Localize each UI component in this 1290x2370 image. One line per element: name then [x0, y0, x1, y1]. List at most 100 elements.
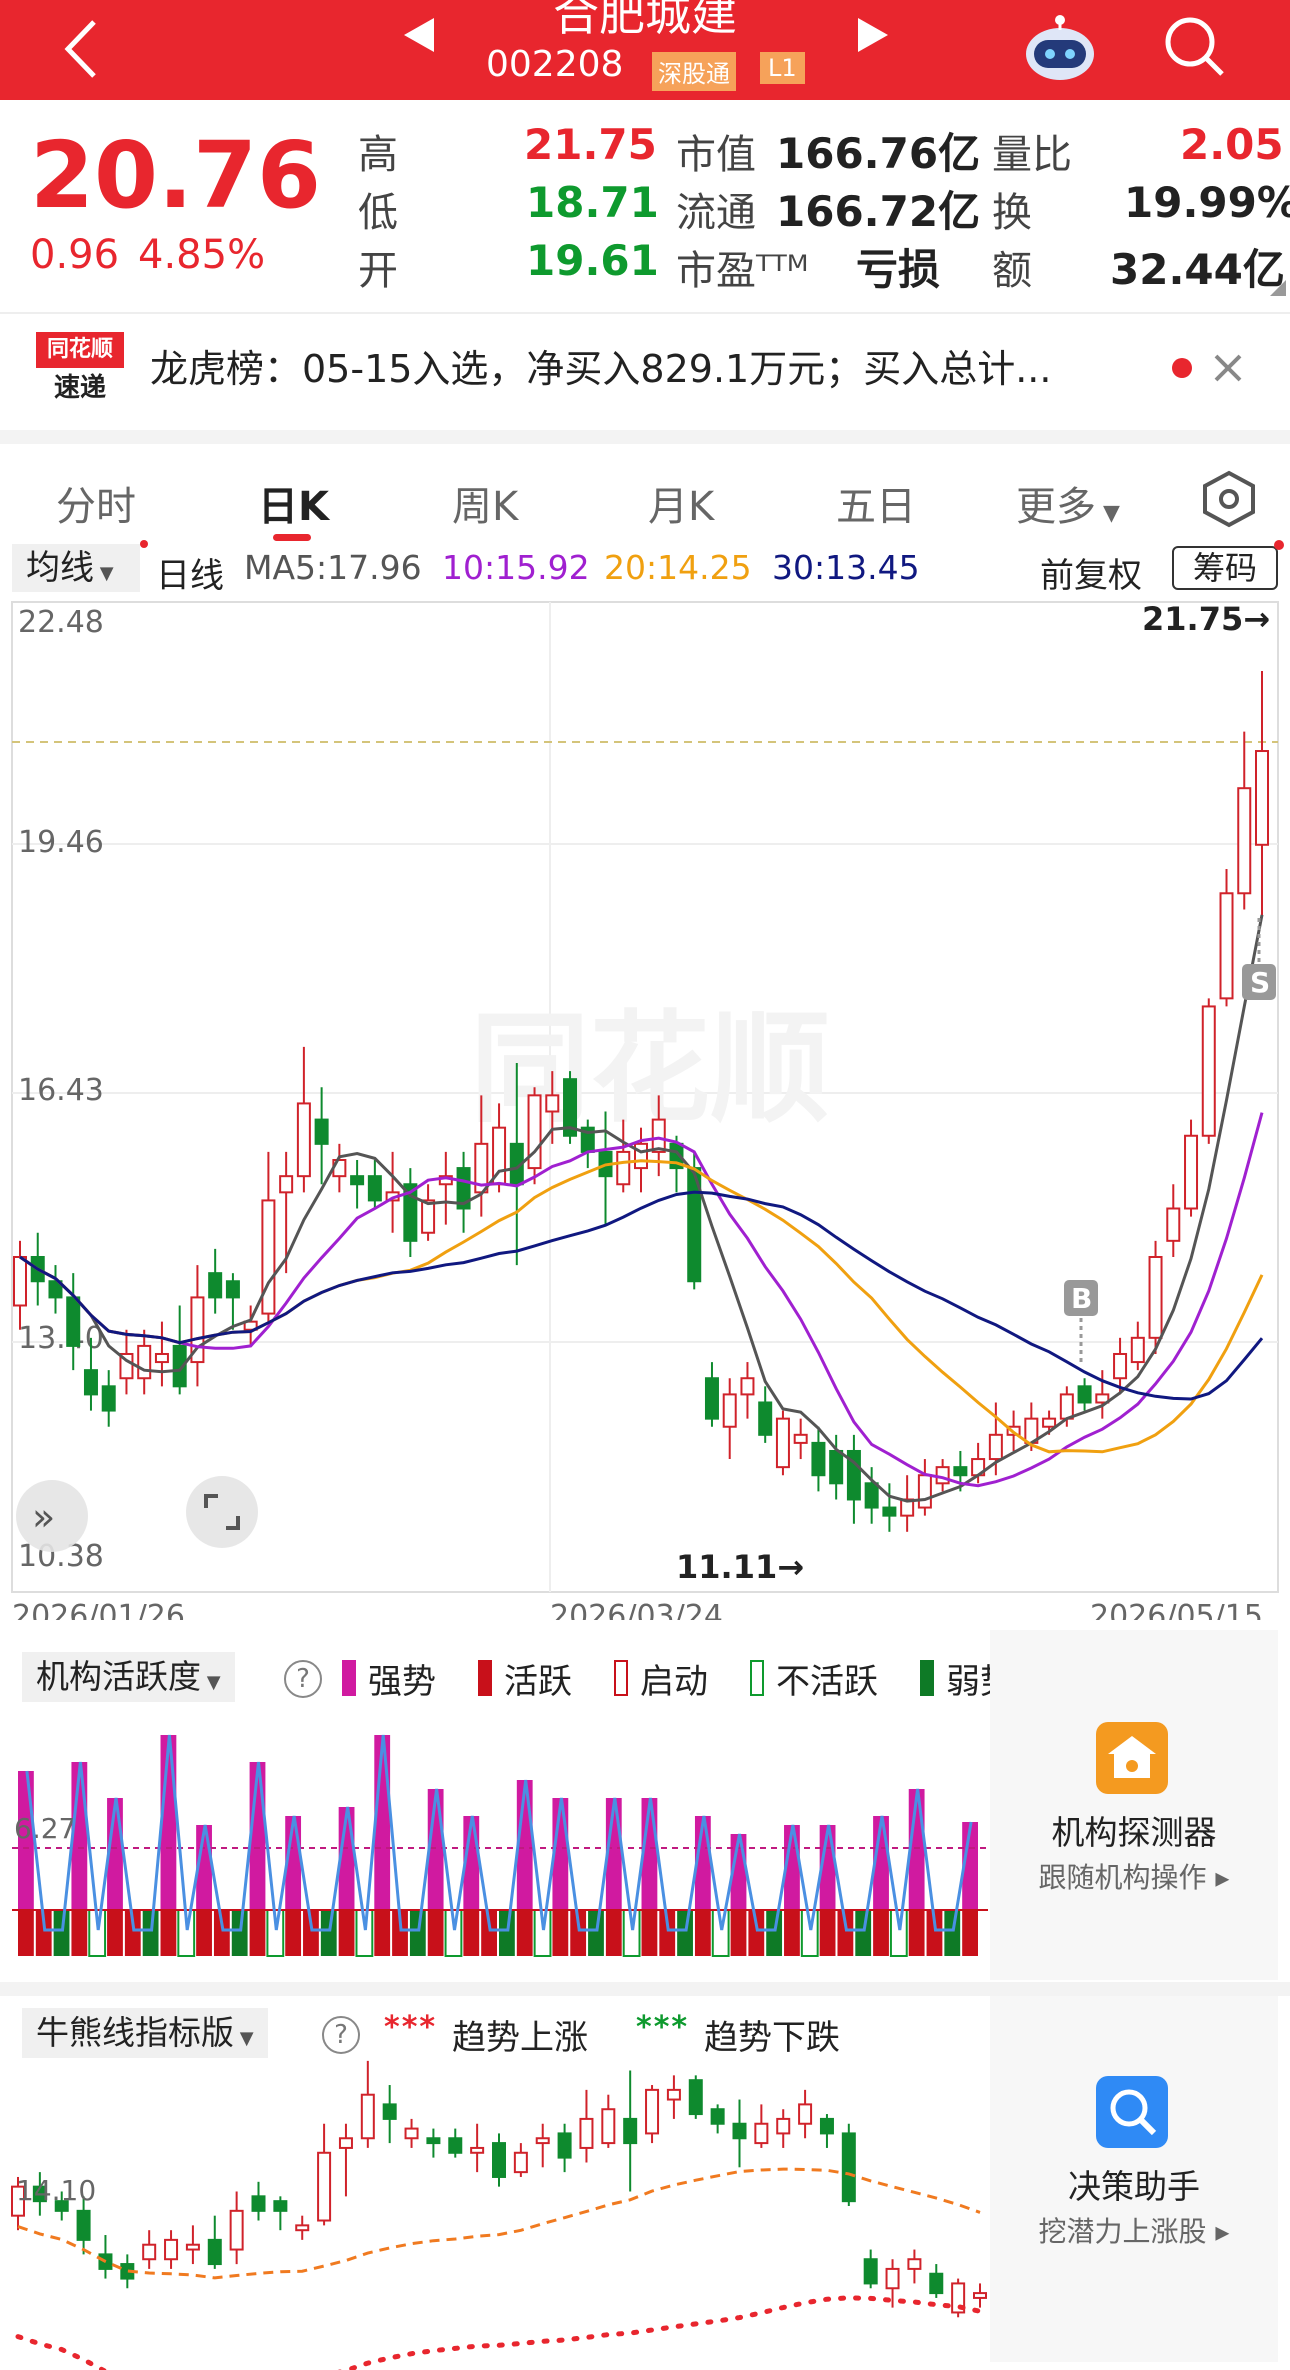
- bullbear-level-label: 14.10: [16, 2174, 96, 2207]
- activity-bar-base: [588, 1910, 604, 1956]
- candle: [83, 1369, 98, 1396]
- chips-button[interactable]: 筹码: [1172, 546, 1278, 590]
- news-ticker[interactable]: 同花顺 速递 龙虎榜：05-15入选，净买入829.1万元；买入总计...: [0, 312, 1290, 419]
- bb-candle: [317, 2151, 332, 2222]
- vol-ratio-label: 量比: [992, 132, 1072, 178]
- sell-marker-text: S: [1250, 966, 1270, 999]
- bb-candle: [76, 2209, 91, 2241]
- activity-bar-base: [463, 1910, 480, 1956]
- amount-label: 额: [992, 248, 1032, 294]
- tab-daily-k[interactable]: 日K: [258, 474, 329, 532]
- candle: [1042, 1417, 1057, 1428]
- tab-monthly-k[interactable]: 月K: [648, 474, 714, 532]
- watermark: 同花顺: [470, 1000, 830, 1139]
- bb-candle: [666, 2088, 681, 2101]
- bb-candle: [513, 2151, 528, 2174]
- panel-separator: [0, 1982, 1290, 1996]
- ma5-value: MA5:17.96: [244, 548, 422, 587]
- adjust-mode[interactable]: 前复权: [1040, 548, 1142, 597]
- detector-house-icon: [1096, 1722, 1168, 1794]
- caret-down-icon: ▼: [94, 563, 114, 584]
- ma10-value: 10:15.92: [442, 548, 590, 587]
- bb-candle: [273, 2200, 288, 2212]
- kline-chart[interactable]: 同花顺 22.48 19.46 16.43 13.40 10.38 21.75→…: [0, 600, 1290, 1620]
- ma30-value: 30:13.45: [772, 548, 920, 587]
- activity-bar-base: [641, 1910, 658, 1956]
- candle: [616, 1150, 631, 1186]
- ma20-value: 20:14.25: [604, 548, 752, 587]
- activity-bar-base: [160, 1910, 177, 1956]
- ths-express-logo: 同花顺 速递: [36, 332, 124, 408]
- decision-assistant-promo[interactable]: 决策助手 挖潜力上涨股 ▸: [990, 1996, 1278, 2362]
- candle: [225, 1280, 240, 1299]
- fullscreen-button[interactable]: [186, 1476, 258, 1548]
- candle: [13, 1255, 27, 1307]
- amount-value: 32.44亿: [1110, 245, 1285, 294]
- candle: [882, 1506, 897, 1517]
- activity-bar-base: [249, 1910, 266, 1956]
- bb-candle: [907, 2258, 922, 2270]
- period-label: 日线: [156, 556, 224, 596]
- candle: [101, 1385, 116, 1412]
- activity-bar-base: [962, 1910, 978, 1956]
- tab-five-day[interactable]: 五日: [836, 474, 916, 532]
- search-icon[interactable]: [1160, 12, 1230, 82]
- candle: [421, 1199, 436, 1234]
- activity-bar-base: [819, 1910, 836, 1956]
- ma-selector[interactable]: 均线 ▼: [12, 544, 140, 592]
- date-end: 2026/05/15: [1090, 1599, 1263, 1620]
- activity-bar-base: [499, 1910, 515, 1956]
- level-badge: L1: [760, 52, 805, 84]
- tab-more[interactable]: 更多 ▼: [1016, 474, 1120, 532]
- candle: [350, 1175, 365, 1186]
- bb-candle: [776, 2117, 791, 2135]
- tab-weekly-k[interactable]: 周K: [452, 474, 518, 532]
- detector-title: 机构探测器: [1051, 1813, 1217, 1852]
- candle: [651, 1118, 666, 1153]
- bb-candle: [863, 2258, 878, 2285]
- low-marker: 11.11→: [676, 1548, 804, 1586]
- activity-bar-base: [944, 1910, 961, 1956]
- candle: [988, 1433, 1003, 1461]
- robot-assistant-icon[interactable]: [1020, 10, 1100, 90]
- bull-bear-panel: 牛熊线指标版 ▼ ? *** 趋势上涨 *** 趋势下跌 14.10 决策助手 …: [0, 1996, 1290, 2370]
- activity-bar-base: [730, 1910, 747, 1956]
- candle: [829, 1449, 844, 1485]
- bb-candle: [426, 2137, 441, 2145]
- exchange-badge: 深股通: [652, 52, 736, 91]
- candle: [722, 1393, 737, 1428]
- turnover-value: 19.99%: [1124, 178, 1290, 227]
- candle: [1219, 892, 1234, 1000]
- activity-bar-base: [677, 1910, 693, 1956]
- back-arrow-icon[interactable]: [60, 18, 100, 80]
- bb-candle: [492, 2142, 506, 2178]
- candle: [545, 1094, 560, 1113]
- price-change-pct: 4.85%: [138, 232, 266, 278]
- turnover-label: 换: [992, 190, 1032, 236]
- bb-candle: [470, 2146, 485, 2154]
- y-label-1: 22.48: [18, 605, 104, 640]
- float-value: 166.72亿: [776, 187, 981, 236]
- prev-stock-icon[interactable]: [400, 16, 436, 54]
- y-label-3: 16.43: [18, 1073, 104, 1108]
- candle: [1113, 1352, 1128, 1380]
- activity-bar-base: [374, 1910, 391, 1956]
- bb-candle: [885, 2267, 900, 2290]
- candle: [208, 1272, 223, 1299]
- tab-intraday[interactable]: 分时: [56, 474, 136, 532]
- bb-candle: [710, 2108, 725, 2125]
- candle: [740, 1377, 755, 1396]
- expand-corner-icon[interactable]: [1270, 280, 1286, 296]
- candle: [154, 1352, 169, 1364]
- bb-candle: [535, 2137, 550, 2145]
- close-icon[interactable]: [1212, 352, 1244, 384]
- open-value: 19.61: [526, 236, 659, 285]
- institution-detector-promo[interactable]: 机构探测器 跟随机构操作 ▸: [990, 1630, 1278, 1980]
- candle: [1255, 750, 1269, 846]
- candle: [296, 1102, 311, 1178]
- candle: [1166, 1207, 1181, 1242]
- settings-hex-icon[interactable]: [1200, 470, 1258, 528]
- bb-candle: [798, 2103, 813, 2125]
- next-stock-icon[interactable]: [856, 16, 892, 54]
- high-label: 高: [358, 132, 398, 178]
